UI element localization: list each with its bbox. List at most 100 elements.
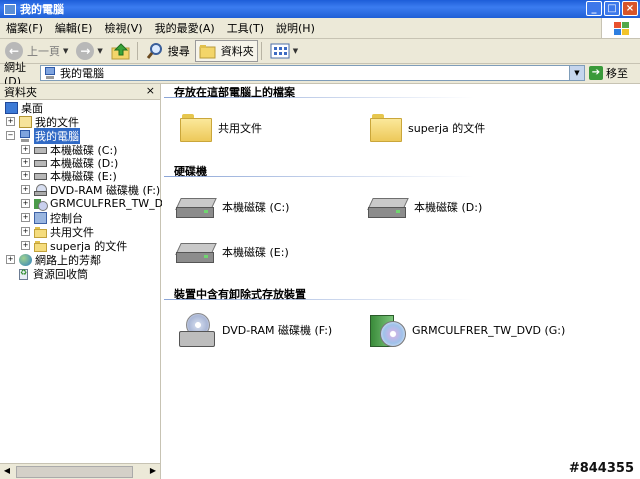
address-bar: 網址(D) 我的電腦 ▼ ➔ 移至 [0, 61, 640, 88]
item-label: 本機磁碟 (C:) [222, 201, 290, 214]
expand-toggle[interactable]: + [21, 199, 30, 208]
horizontal-scrollbar[interactable]: ◀ ▶ [0, 463, 160, 479]
menu-file[interactable]: 檔案(F) [0, 20, 49, 36]
search-icon [146, 43, 162, 59]
tree-item-drive-f[interactable]: + DVD-RAM 磁碟機 (F:) [21, 183, 161, 197]
close-button[interactable]: × [622, 1, 638, 16]
folders-pane-title: 資料夾 [4, 85, 37, 99]
standard-toolbar: ← 上一頁 ▼ → ▼ 搜尋 資料夾 ▼ [0, 39, 640, 64]
views-button[interactable]: ▼ [267, 41, 301, 61]
go-label: 移至 [606, 67, 628, 80]
minimize-button[interactable]: _ [586, 1, 602, 16]
tree-item-user-documents[interactable]: + superja 的文件 [21, 239, 127, 253]
scroll-right-icon[interactable]: ▶ [146, 464, 160, 478]
my-computer-icon [4, 3, 16, 15]
expand-toggle[interactable]: + [21, 185, 30, 194]
expand-toggle[interactable]: + [21, 213, 30, 222]
item-user-documents[interactable]: superja 的文件 [370, 114, 485, 142]
dvd-ram-drive-icon [178, 313, 216, 347]
dvd-ram-drive-icon [34, 183, 47, 196]
address-value: 我的電腦 [60, 67, 104, 80]
views-icon [270, 43, 290, 59]
tree-item-label: 資源回收筒 [33, 267, 88, 281]
network-places-icon [19, 253, 32, 266]
item-label: 本機磁碟 (E:) [222, 246, 289, 259]
folders-pane-close-button[interactable]: × [146, 84, 155, 97]
up-folder-button[interactable] [108, 41, 134, 61]
folder-icon [180, 114, 212, 142]
search-button[interactable]: 搜尋 [143, 41, 193, 61]
folders-icon [199, 45, 216, 59]
expand-toggle[interactable]: + [21, 145, 30, 154]
title-bar: 我的電腦 _ □ × [0, 0, 640, 18]
item-label: DVD-RAM 磁碟機 (F:) [222, 324, 333, 337]
tree-item-drive-g[interactable]: + GRMCULFRER_TW_DVD [21, 197, 179, 211]
forward-dropdown-icon[interactable]: ▼ [97, 47, 102, 55]
forward-button[interactable]: → ▼ [73, 41, 105, 61]
dvd-disc-icon [34, 198, 48, 211]
item-label: 本機磁碟 (D:) [414, 201, 483, 214]
go-arrow-icon: ➔ [589, 66, 603, 80]
back-button[interactable]: ← 上一頁 ▼ [2, 41, 71, 61]
expand-toggle[interactable]: + [6, 255, 15, 264]
menu-edit[interactable]: 編輯(E) [49, 20, 99, 36]
folder-icon [34, 226, 47, 238]
item-drive-g[interactable]: GRMCULFRER_TW_DVD (G:) [368, 311, 565, 349]
tree-item-my-computer[interactable]: − 我的電腦 [6, 127, 80, 144]
my-computer-icon [44, 67, 56, 79]
back-label: 上一頁 [27, 45, 60, 58]
expand-toggle[interactable]: + [21, 227, 30, 236]
item-drive-f[interactable]: DVD-RAM 磁碟機 (F:) [178, 313, 332, 347]
hard-drive-icon [367, 196, 409, 218]
tree-item-drive-e[interactable]: + 本機磁碟 (E:) [21, 169, 117, 183]
scrollbar-thumb[interactable] [16, 466, 133, 478]
section-divider [164, 299, 474, 300]
folders-button[interactable]: 資料夾 [194, 40, 258, 62]
back-arrow-icon: ← [5, 42, 23, 60]
windows-logo-icon [601, 18, 640, 38]
tree-item-desktop[interactable]: 桌面 [5, 101, 43, 115]
item-drive-c[interactable]: 本機磁碟 (C:) [175, 196, 290, 218]
hard-drive-icon [34, 170, 47, 182]
folder-icon [34, 240, 47, 252]
maximize-button[interactable]: □ [604, 1, 620, 16]
address-input[interactable]: 我的電腦 ▼ [40, 65, 585, 81]
folder-icon [370, 114, 402, 142]
views-dropdown-icon[interactable]: ▼ [293, 47, 298, 55]
my-computer-icon [19, 129, 31, 142]
menu-help[interactable]: 說明(H) [270, 20, 321, 36]
tree-item-label: DVD-RAM 磁碟機 (F:) [50, 183, 161, 197]
tree-item-network-places[interactable]: + 網路上的芳鄰 [6, 253, 101, 267]
search-label: 搜尋 [167, 45, 190, 58]
my-documents-icon [19, 115, 32, 128]
tree-item-control-panel[interactable]: + 控制台 [21, 211, 83, 225]
item-drive-d[interactable]: 本機磁碟 (D:) [367, 196, 483, 218]
menu-tools[interactable]: 工具(T) [221, 20, 270, 36]
expand-toggle[interactable]: + [21, 241, 30, 250]
go-button[interactable]: ➔ 移至 [589, 65, 628, 81]
menu-view[interactable]: 檢視(V) [98, 20, 148, 36]
tree-item-my-documents[interactable]: + 我的文件 [6, 115, 79, 129]
item-label: 共用文件 [218, 122, 262, 135]
menu-bar: 檔案(F) 編輯(E) 檢視(V) 我的最愛(A) 工具(T) 說明(H) [0, 18, 640, 39]
menu-favorites[interactable]: 我的最愛(A) [149, 20, 221, 36]
control-panel-icon [34, 211, 47, 224]
desktop-icon [5, 101, 18, 114]
tree-item-recycle-bin[interactable]: 資源回收筒 [17, 267, 88, 281]
item-label: GRMCULFRER_TW_DVD (G:) [412, 323, 566, 337]
expand-toggle[interactable]: + [21, 158, 30, 167]
expand-toggle[interactable]: + [6, 117, 15, 126]
expand-toggle[interactable]: + [21, 171, 30, 180]
folders-pane: 資料夾 × 桌面 + 我的文件 − 我的電腦 + 本機磁碟 (C:) + 本機磁… [0, 84, 179, 479]
collapse-toggle[interactable]: − [6, 131, 15, 140]
address-dropdown-icon[interactable]: ▼ [569, 66, 584, 80]
folders-label: 資料夾 [220, 45, 254, 58]
forward-arrow-icon: → [76, 42, 95, 60]
item-drive-e[interactable]: 本機磁碟 (E:) [175, 241, 289, 263]
scroll-left-icon[interactable]: ◀ [0, 464, 14, 478]
item-shared-documents[interactable]: 共用文件 [180, 114, 262, 142]
back-dropdown-icon[interactable]: ▼ [63, 47, 68, 55]
tree-item-shared-documents[interactable]: + 共用文件 [21, 225, 94, 239]
folders-pane-header: 資料夾 × [0, 84, 160, 100]
content-pane: 存放在這部電腦上的檔案 共用文件 superja 的文件 硬碟機 本機磁碟 (C… [162, 84, 640, 479]
